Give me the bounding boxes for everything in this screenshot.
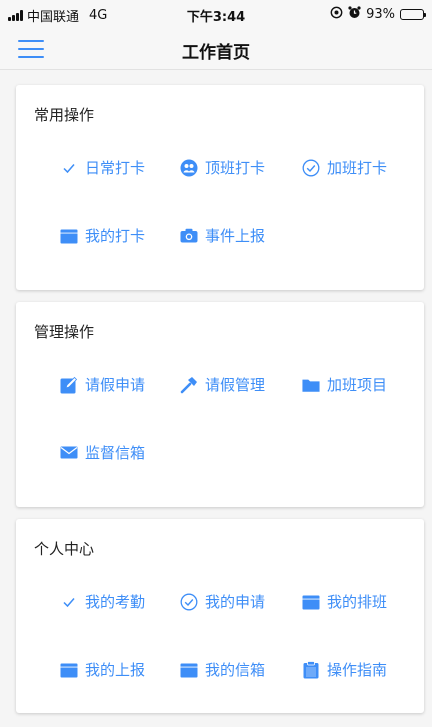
op-label: 我的打卡 bbox=[85, 227, 146, 245]
section-management-operations: 管理操作 请假申请 请假管理 加班项目 监督信箱 bbox=[16, 302, 424, 507]
operations-grid: 我的考勤 我的申请 我的排班 我的上报 我的信箱 操作指南 bbox=[16, 591, 424, 727]
op-label: 我的上报 bbox=[85, 661, 146, 679]
op-label: 我的申请 bbox=[205, 593, 266, 611]
operations-row: 我的打卡 事件上报 bbox=[16, 225, 424, 293]
check-circle-icon bbox=[302, 159, 320, 177]
op-my-checkin[interactable]: 我的打卡 bbox=[60, 225, 145, 246]
status-right: 93% bbox=[330, 6, 426, 23]
op-label: 我的信箱 bbox=[205, 661, 266, 679]
calendar-icon bbox=[180, 661, 198, 679]
clipboard-icon bbox=[302, 660, 320, 679]
op-my-reports[interactable]: 我的上报 bbox=[60, 659, 145, 680]
edit-icon bbox=[60, 376, 78, 394]
op-label: 加班项目 bbox=[327, 376, 388, 394]
section-title: 管理操作 bbox=[34, 323, 95, 341]
mail-icon bbox=[60, 444, 78, 462]
op-label: 请假申请 bbox=[85, 376, 146, 394]
op-my-attendance[interactable]: 我的考勤 bbox=[60, 591, 145, 612]
op-leave-request[interactable]: 请假申请 bbox=[60, 374, 145, 395]
battery-icon bbox=[400, 9, 426, 20]
op-leave-management[interactable]: 请假管理 bbox=[180, 374, 265, 395]
op-shift-cover-checkin[interactable]: 顶班打卡 bbox=[180, 157, 265, 178]
operations-row: 我的上报 我的信箱 操作指南 bbox=[16, 659, 424, 727]
op-my-mailbox[interactable]: 我的信箱 bbox=[180, 659, 265, 680]
section-title: 个人中心 bbox=[34, 540, 95, 558]
alarm-icon bbox=[348, 6, 361, 23]
camera-icon bbox=[180, 227, 198, 245]
status-bar: 中国联通 4G 下午3:44 93% bbox=[0, 0, 432, 28]
section-personal-center: 个人中心 我的考勤 我的申请 我的排班 我的上报 我的信箱 操作指南 bbox=[16, 519, 424, 713]
users-icon bbox=[180, 159, 198, 177]
op-overtime-project[interactable]: 加班项目 bbox=[302, 374, 387, 395]
operations-grid: 日常打卡 顶班打卡 加班打卡 我的打卡 事件上报 bbox=[16, 157, 424, 293]
battery-percent: 93% bbox=[366, 7, 395, 22]
op-label: 日常打卡 bbox=[85, 159, 146, 177]
orientation-lock-icon bbox=[330, 6, 343, 23]
check-icon bbox=[60, 593, 78, 611]
check-circle-icon bbox=[180, 593, 198, 611]
op-overtime-checkin[interactable]: 加班打卡 bbox=[302, 157, 387, 178]
op-label: 请假管理 bbox=[205, 376, 266, 394]
section-title: 常用操作 bbox=[34, 106, 95, 124]
op-my-applications[interactable]: 我的申请 bbox=[180, 591, 265, 612]
op-label: 顶班打卡 bbox=[205, 159, 266, 177]
op-daily-checkin[interactable]: 日常打卡 bbox=[60, 157, 145, 178]
calendar-icon bbox=[302, 593, 320, 611]
calendar-icon bbox=[60, 227, 78, 245]
check-icon bbox=[60, 159, 78, 177]
folder-icon bbox=[302, 376, 320, 394]
op-operation-guide[interactable]: 操作指南 bbox=[302, 659, 387, 680]
operations-row: 请假申请 请假管理 加班项目 bbox=[16, 374, 424, 442]
op-label: 我的排班 bbox=[327, 593, 388, 611]
nav-bar: 工作首页 bbox=[0, 28, 432, 70]
page-title: 工作首页 bbox=[182, 43, 250, 63]
section-common-operations: 常用操作 日常打卡 顶班打卡 加班打卡 我的打卡 事件上报 bbox=[16, 85, 424, 290]
operations-row: 日常打卡 顶班打卡 加班打卡 bbox=[16, 157, 424, 225]
op-label: 我的考勤 bbox=[85, 593, 146, 611]
op-label: 操作指南 bbox=[327, 661, 388, 679]
op-label: 加班打卡 bbox=[327, 159, 388, 177]
operations-grid: 请假申请 请假管理 加班项目 监督信箱 bbox=[16, 374, 424, 510]
op-label: 事件上报 bbox=[205, 227, 266, 245]
operations-row: 监督信箱 bbox=[16, 442, 424, 510]
op-supervision-mailbox[interactable]: 监督信箱 bbox=[60, 442, 145, 463]
op-my-schedule[interactable]: 我的排班 bbox=[302, 591, 387, 612]
operations-row: 我的考勤 我的申请 我的排班 bbox=[16, 591, 424, 659]
op-label: 监督信箱 bbox=[85, 444, 146, 462]
calendar-icon bbox=[60, 661, 78, 679]
hammer-icon bbox=[180, 376, 198, 394]
op-event-report[interactable]: 事件上报 bbox=[180, 225, 265, 246]
